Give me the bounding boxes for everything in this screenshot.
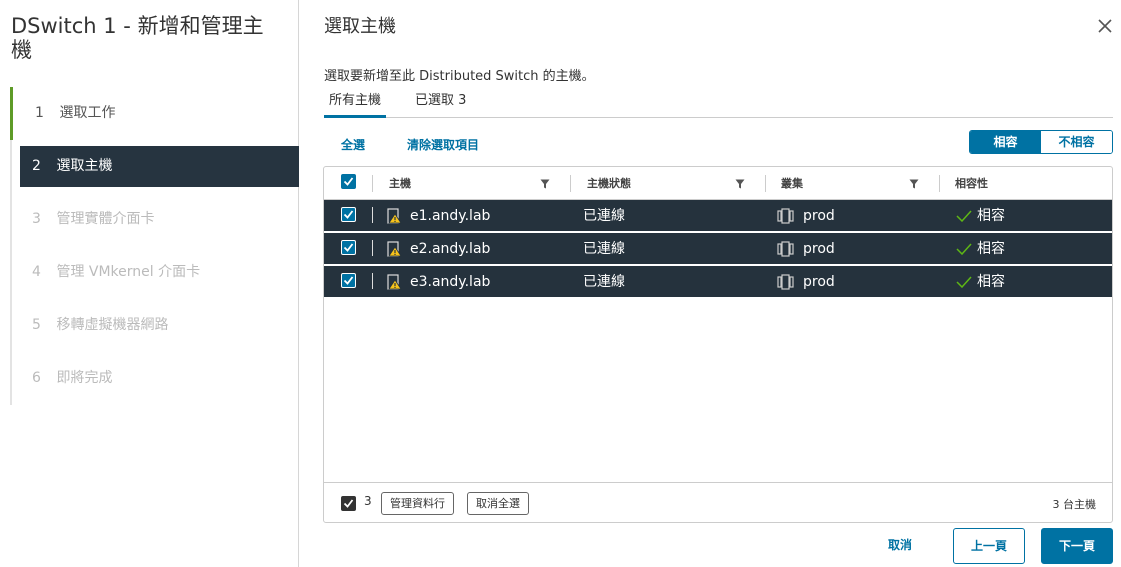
step-label: 即將完成 <box>56 370 113 386</box>
select-all-checkbox[interactable] <box>341 174 356 189</box>
compatible-toggle-button[interactable]: 相容 <box>970 131 1041 153</box>
column-separator <box>372 175 373 192</box>
step-manage-physical-adapters: 3 管理實體介面卡 <box>10 199 299 240</box>
host-status: 已連線 <box>583 241 625 257</box>
host-warning-icon <box>387 274 402 290</box>
clear-selection-link[interactable]: 清除選取項目 <box>407 136 479 153</box>
select-all-link[interactable]: 全選 <box>341 136 365 153</box>
step-label: 管理 VMkernel 介面卡 <box>56 264 201 280</box>
column-header-status[interactable]: 主機狀態 <box>587 167 631 200</box>
step-select-hosts[interactable]: 2 選取主機 <box>20 146 299 187</box>
filter-icon[interactable] <box>540 179 550 189</box>
compatible-check-icon <box>956 276 972 288</box>
page-title: 選取主機 <box>324 16 396 37</box>
selected-count: 3 <box>364 494 372 508</box>
column-header-compatibility[interactable]: 相容性 <box>955 167 988 200</box>
wizard-sidebar: DSwitch 1 - 新增和管理主機 1 選取工作 2 選取主機 3 管理實體… <box>0 0 299 567</box>
compatibility-status: 相容 <box>977 208 1005 224</box>
cluster-name: prod <box>803 274 835 290</box>
checkmark-icon <box>343 499 354 508</box>
step-label: 選取工作 <box>59 105 116 121</box>
next-button[interactable]: 下一頁 <box>1041 528 1113 564</box>
row-separator <box>372 240 373 256</box>
checkmark-icon <box>343 210 354 219</box>
column-separator <box>570 175 571 192</box>
step-label: 移轉虛擬機器網路 <box>56 317 169 333</box>
hosts-grid: 主機 主機狀態 叢集 相容性 e1.andy.lab 已連線 prod 相容 e… <box>323 166 1113 523</box>
host-name[interactable]: e2.andy.lab <box>410 233 490 265</box>
step-number: 6 <box>32 370 41 386</box>
step-number: 4 <box>32 264 41 280</box>
wizard-title: DSwitch 1 - 新增和管理主機 <box>11 14 264 62</box>
column-separator <box>765 175 766 192</box>
step-label: 選取主機 <box>56 158 113 174</box>
compatible-check-icon <box>956 210 972 222</box>
host-name[interactable]: e1.andy.lab <box>410 200 490 232</box>
back-button[interactable]: 上一頁 <box>953 528 1025 564</box>
incompatible-toggle-button[interactable]: 不相容 <box>1041 131 1112 153</box>
column-header-host[interactable]: 主機 <box>389 167 411 200</box>
table-row[interactable]: e2.andy.lab 已連線 prod 相容 <box>324 233 1112 265</box>
step-select-task[interactable]: 1 選取工作 <box>10 87 299 140</box>
row-checkbox[interactable] <box>341 273 356 288</box>
wizard-steps: 1 選取工作 2 選取主機 3 管理實體介面卡 4 管理 VMkernel 介面… <box>10 87 299 405</box>
compatibility-status: 相容 <box>977 274 1005 290</box>
deselect-all-button[interactable]: 取消全選 <box>467 492 529 515</box>
filter-icon[interactable] <box>735 179 745 189</box>
cluster-icon <box>777 208 794 224</box>
cancel-button[interactable]: 取消 <box>874 528 926 564</box>
checkmark-icon <box>343 243 354 252</box>
host-tabs: 所有主機 已選取 3 <box>324 88 1113 118</box>
tab-all-hosts[interactable]: 所有主機 <box>324 88 386 118</box>
cluster-icon <box>777 274 794 290</box>
step-number: 5 <box>32 317 41 333</box>
wizard-dialog: DSwitch 1 - 新增和管理主機 1 選取工作 2 選取主機 3 管理實體… <box>0 0 1121 567</box>
host-warning-icon <box>387 241 402 257</box>
step-number: 2 <box>32 158 41 174</box>
cluster-name: prod <box>803 241 835 257</box>
compatibility-toggle: 相容 不相容 <box>969 130 1113 154</box>
step-migrate-vm-networking: 5 移轉虛擬機器網路 <box>10 305 299 346</box>
grid-header: 主機 主機狀態 叢集 相容性 <box>324 167 1112 200</box>
host-name[interactable]: e3.andy.lab <box>410 266 490 298</box>
cluster-name: prod <box>803 208 835 224</box>
manage-columns-button[interactable]: 管理資料行 <box>381 492 454 515</box>
checkmark-icon <box>343 276 354 285</box>
grid-footer: 3 管理資料行 取消全選 3 台主機 <box>324 482 1112 522</box>
row-separator <box>372 207 373 223</box>
compatible-check-icon <box>956 243 972 255</box>
row-separator <box>372 273 373 289</box>
tab-selected[interactable]: 已選取 3 <box>415 88 466 118</box>
step-manage-vmkernel-adapters: 4 管理 VMkernel 介面卡 <box>10 252 299 293</box>
filter-icon[interactable] <box>909 179 919 189</box>
close-icon[interactable] <box>1096 17 1114 35</box>
page-description: 選取要新增至此 Distributed Switch 的主機。 <box>324 69 595 84</box>
step-number: 1 <box>35 105 44 121</box>
checkmark-icon <box>343 177 354 186</box>
compatibility-status: 相容 <box>977 241 1005 257</box>
host-status: 已連線 <box>583 274 625 290</box>
table-row[interactable]: e1.andy.lab 已連線 prod 相容 <box>324 200 1112 232</box>
column-header-cluster[interactable]: 叢集 <box>781 167 803 200</box>
row-checkbox[interactable] <box>341 240 356 255</box>
step-number: 3 <box>32 211 41 227</box>
column-separator <box>939 175 940 192</box>
step-ready-to-complete: 6 即將完成 <box>10 358 299 399</box>
host-warning-icon <box>387 208 402 224</box>
total-hosts: 3 台主機 <box>1052 498 1097 511</box>
table-row[interactable]: e3.andy.lab 已連線 prod 相容 <box>324 266 1112 298</box>
cluster-icon <box>777 241 794 257</box>
host-status: 已連線 <box>583 208 625 224</box>
row-checkbox[interactable] <box>341 207 356 222</box>
footer-select-checkbox[interactable] <box>341 496 356 511</box>
step-label: 管理實體介面卡 <box>56 211 155 227</box>
